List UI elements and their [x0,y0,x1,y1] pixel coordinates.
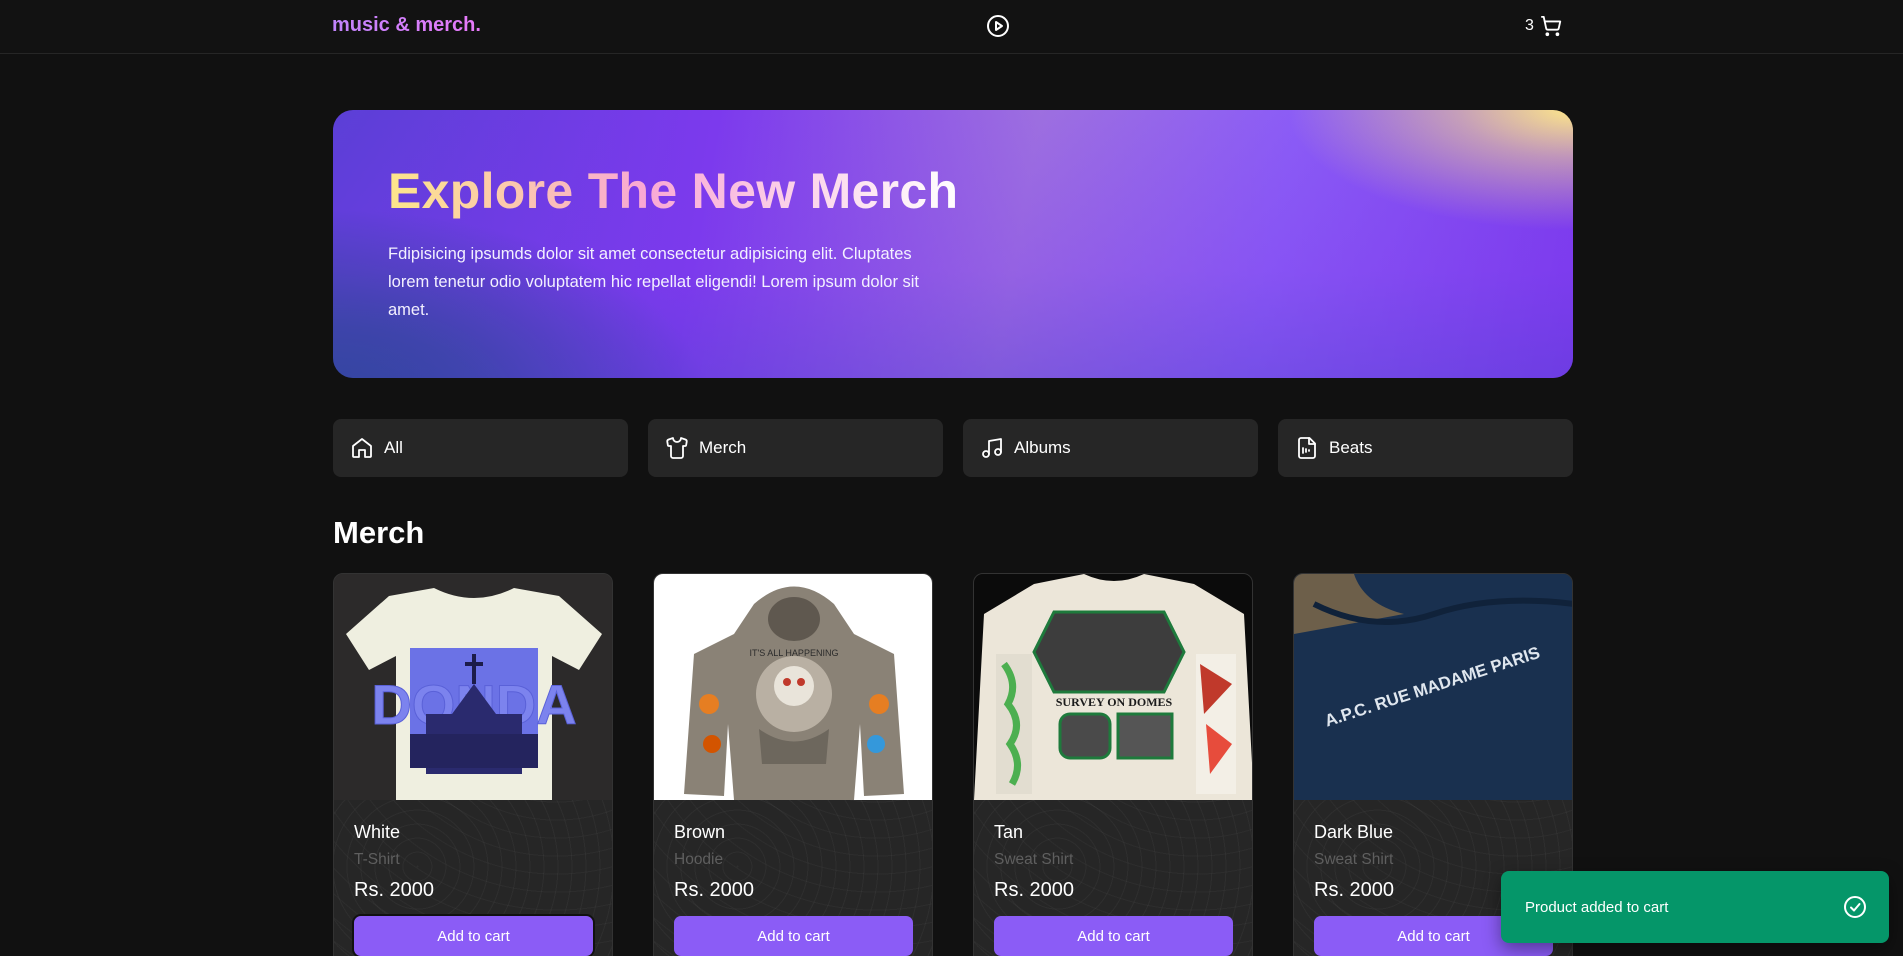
product-name: Tan [994,822,1024,842]
hero-title: Explore The New Merch [388,163,959,219]
hero-description: Fdipisicing ipsumds dolor sit amet conse… [388,245,920,319]
shopping-cart-icon [1540,15,1562,37]
play-circle-icon [987,15,1009,37]
check-circle-icon [1844,896,1866,918]
product-card[interactable]: IT'S ALL HAPPENING Brown Hoodie Rs. 2000… [653,573,933,956]
sweatshirt-image: SURVEY ON DOMES [974,574,1252,800]
product-image: IT'S ALL HAPPENING [654,574,932,800]
category-label: Beats [1329,438,1373,457]
toast-notification[interactable]: Product added to cart [1501,871,1889,943]
category-label: Albums [1014,438,1071,457]
product-card[interactable]: SURVEY ON DOMES Tan Sweat Shirt Rs. 2000… [973,573,1253,956]
add-to-cart-button[interactable]: Add to cart [994,916,1233,956]
product-type: T-Shirt [354,851,400,868]
audio-file-icon [1298,437,1316,459]
section-title: Merch [333,515,425,550]
product-price: Rs. 2000 [354,879,435,901]
product-type: Hoodie [674,851,724,868]
brand-logo[interactable]: music & merch. [332,14,481,37]
product-image: SURVEY ON DOMES [974,574,1252,800]
add-to-cart-button[interactable]: Add to cart [674,916,913,956]
category-filter: All Merch Albums Beats [333,419,1573,477]
sweatshirt-image: A.P.C. RUE MADAME PARIS [1294,574,1572,800]
hero-banner: Explore The New Merch Fdipisicing ipsumd… [333,110,1573,378]
category-merch-button[interactable]: Merch [648,419,943,477]
product-image-text: SURVEY ON DOMES [1056,695,1173,709]
product-type: Sweat Shirt [1314,851,1394,868]
cart-button[interactable]: 3 [1525,14,1562,38]
category-albums-button[interactable]: Albums [963,419,1258,477]
hoodie-image: IT'S ALL HAPPENING [684,586,904,800]
cart-count: 3 [1525,17,1534,34]
add-to-cart-button[interactable]: Add to cart [352,914,595,956]
product-image-text: IT'S ALL HAPPENING [750,648,839,658]
category-all-button[interactable]: All [333,419,628,477]
product-grid: DONDA White T-Shirt Rs. 2000 Add to cart [333,573,1573,956]
category-beats-button[interactable]: Beats [1278,419,1573,477]
category-label: All [384,438,403,457]
product-price: Rs. 2000 [674,879,755,901]
tshirt-image: DONDA [346,588,602,800]
product-name: Brown [674,822,726,842]
play-button[interactable] [986,14,1010,38]
toast-message: Product added to cart [1525,898,1669,916]
product-card[interactable]: DONDA White T-Shirt Rs. 2000 Add to cart [333,573,613,956]
product-image: A.P.C. RUE MADAME PARIS [1294,574,1572,800]
home-icon [352,438,372,458]
product-type: Sweat Shirt [994,851,1074,868]
tshirt-icon [666,437,688,459]
product-price: Rs. 2000 [994,879,1075,901]
product-image: DONDA [334,574,612,800]
category-label: Merch [699,438,747,457]
product-name: Dark Blue [1314,822,1394,842]
product-name: White [354,822,401,842]
top-navbar: music & merch. 3 [0,0,1903,54]
music-note-icon [982,438,1002,458]
